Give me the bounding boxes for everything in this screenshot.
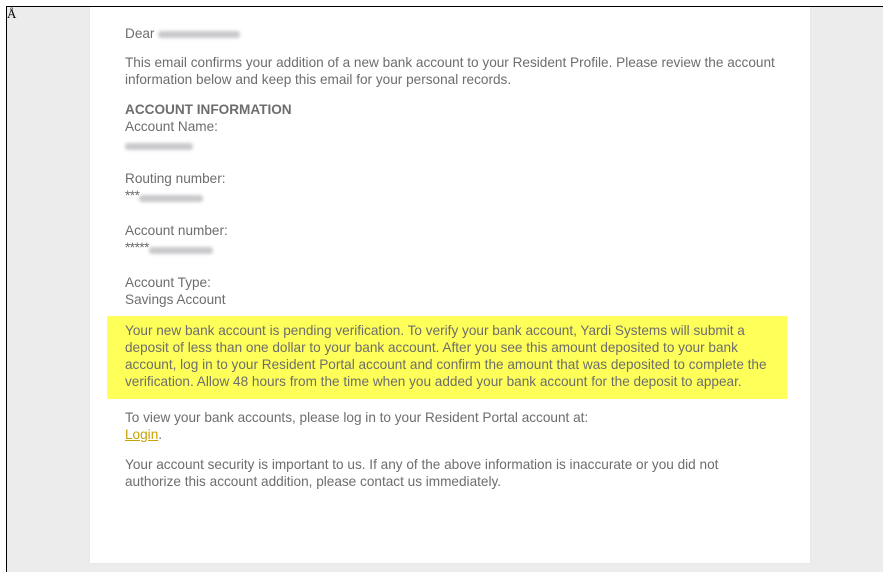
redacted-account-name <box>125 142 193 150</box>
login-link[interactable]: Login <box>125 427 158 442</box>
intro-paragraph: This email confirms your addition of a n… <box>125 55 775 87</box>
security-paragraph: Your account security is important to us… <box>125 457 719 489</box>
redacted-account-digits <box>148 246 213 254</box>
mask-prefix: ***** <box>125 240 149 255</box>
email-viewer-frame: Å Dear This email confirms your addition… <box>6 6 883 572</box>
redacted-routing-digits <box>139 194 204 202</box>
mask-prefix: *** <box>125 188 140 203</box>
field-account-name: Account Name: <box>125 118 775 152</box>
field-label: Routing number: <box>125 171 226 186</box>
verification-notice: Your new bank account is pending verific… <box>107 316 787 399</box>
field-value: Savings Account <box>125 292 226 307</box>
greeting: Dear <box>125 25 775 42</box>
field-account-number: Account number: ***** <box>125 222 775 256</box>
view-accounts-text: To view your bank accounts, please log i… <box>125 410 589 425</box>
section-heading-account-info: ACCOUNT INFORMATION <box>125 102 292 117</box>
login-link-row: Login. <box>125 426 775 443</box>
field-value-redacted: *** <box>125 187 775 204</box>
field-label: Account Type: <box>125 275 211 290</box>
field-label: Account number: <box>125 223 228 238</box>
field-account-type: Account Type: Savings Account <box>125 274 775 308</box>
email-card: Dear This email confirms your addition o… <box>90 7 810 563</box>
email-body: Dear This email confirms your addition o… <box>107 25 787 490</box>
salutation: Dear <box>125 26 155 41</box>
field-routing-number: Routing number: *** <box>125 170 775 204</box>
field-value-redacted: ***** <box>125 239 775 256</box>
field-label: Account Name: <box>125 119 218 134</box>
login-suffix: . <box>158 427 163 442</box>
field-value-redacted <box>125 135 775 152</box>
corner-glyph: Å <box>7 6 17 21</box>
redacted-recipient-name <box>158 30 241 38</box>
